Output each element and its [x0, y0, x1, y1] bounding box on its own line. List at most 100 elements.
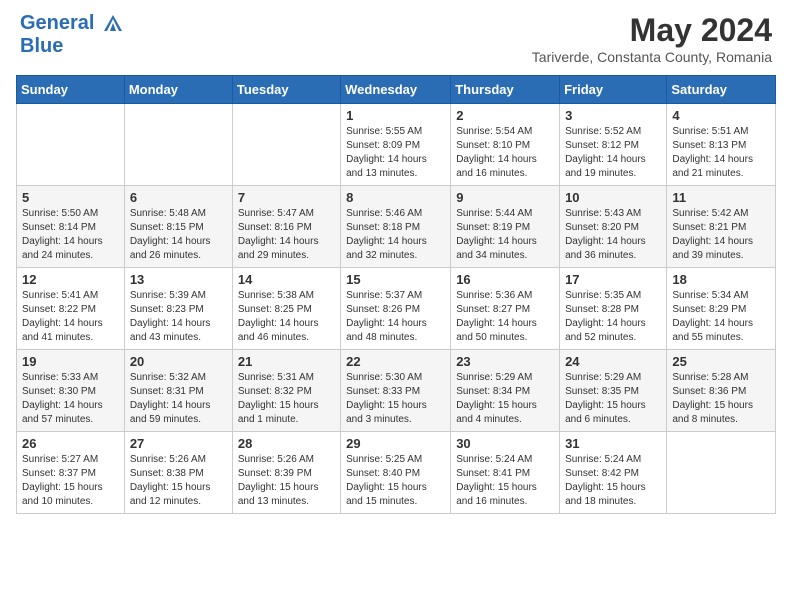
day-number: 5	[22, 190, 119, 205]
day-number: 25	[672, 354, 770, 369]
calendar-cell: 6 Sunrise: 5:48 AM Sunset: 8:15 PM Daylig…	[124, 186, 232, 268]
day-number: 27	[130, 436, 227, 451]
calendar-header: SundayMondayTuesdayWednesdayThursdayFrid…	[17, 76, 776, 104]
day-of-week-thursday: Thursday	[451, 76, 560, 104]
day-of-week-sunday: Sunday	[17, 76, 125, 104]
calendar-cell: 3Sunrise: 5:52 AM Sunset: 8:12 PM Daylig…	[560, 104, 667, 186]
day-number: 22	[346, 354, 445, 369]
calendar-cell: 9 Sunrise: 5:44 AM Sunset: 8:19 PM Daylig…	[451, 186, 560, 268]
day-of-week-friday: Friday	[560, 76, 667, 104]
calendar-cell: 7 Sunrise: 5:47 AM Sunset: 8:16 PM Daylig…	[232, 186, 340, 268]
calendar-cell: 23 Sunrise: 5:29 AM Sunset: 8:34 PM Dayli…	[451, 350, 560, 432]
calendar-cell: 14 Sunrise: 5:38 AM Sunset: 8:25 PM Dayli…	[232, 268, 340, 350]
calendar-cell: 21Sunrise: 5:31 AM Sunset: 8:32 PM Dayli…	[232, 350, 340, 432]
days-of-week-row: SundayMondayTuesdayWednesdayThursdayFrid…	[17, 76, 776, 104]
day-info: Sunrise: 5:24 AM Sunset: 8:41 PM Dayligh…	[456, 453, 554, 509]
calendar-week-1: 1 Sunrise: 5:55 AM Sunset: 8:09 PM Daylig…	[17, 104, 776, 186]
day-number: 17	[565, 272, 661, 287]
day-number: 20	[130, 354, 227, 369]
day-info: Sunrise: 5:38 AM Sunset: 8:25 PM Dayligh…	[238, 289, 335, 345]
main-title: May 2024	[532, 12, 772, 49]
day-info: Sunrise: 5:37 AM Sunset: 8:26 PM Dayligh…	[346, 289, 445, 345]
day-info: Sunrise: 5:29 AM Sunset: 8:35 PM Dayligh…	[565, 371, 661, 427]
day-info: Sunrise: 5:43 AM Sunset: 8:20 PM Dayligh…	[565, 207, 661, 263]
calendar-cell: 28 Sunrise: 5:26 AM Sunset: 8:39 PM Dayli…	[232, 432, 340, 514]
day-info: Sunrise: 5:48 AM Sunset: 8:15 PM Dayligh…	[130, 207, 227, 263]
day-info: Sunrise: 5:54 AM Sunset: 8:10 PM Dayligh…	[456, 125, 554, 181]
day-info: Sunrise: 5:50 AM Sunset: 8:14 PM Dayligh…	[22, 207, 119, 263]
calendar-cell: 1 Sunrise: 5:55 AM Sunset: 8:09 PM Daylig…	[341, 104, 451, 186]
logo-general: General	[20, 12, 94, 34]
calendar-cell	[667, 432, 776, 514]
title-section: May 2024 Tariverde, Constanta County, Ro…	[532, 12, 772, 65]
day-number: 28	[238, 436, 335, 451]
day-info: Sunrise: 5:55 AM Sunset: 8:09 PM Dayligh…	[346, 125, 445, 181]
calendar-week-3: 12 Sunrise: 5:41 AM Sunset: 8:22 PM Dayli…	[17, 268, 776, 350]
calendar-cell: 25Sunrise: 5:28 AM Sunset: 8:36 PM Dayli…	[667, 350, 776, 432]
calendar-week-2: 5 Sunrise: 5:50 AM Sunset: 8:14 PM Daylig…	[17, 186, 776, 268]
day-number: 24	[565, 354, 661, 369]
day-number: 12	[22, 272, 119, 287]
calendar-cell: 30 Sunrise: 5:24 AM Sunset: 8:41 PM Dayli…	[451, 432, 560, 514]
calendar-cell: 29Sunrise: 5:25 AM Sunset: 8:40 PM Dayli…	[341, 432, 451, 514]
calendar-cell	[124, 104, 232, 186]
calendar-cell: 24 Sunrise: 5:29 AM Sunset: 8:35 PM Dayli…	[560, 350, 667, 432]
calendar-cell: 22 Sunrise: 5:30 AM Sunset: 8:33 PM Dayli…	[341, 350, 451, 432]
day-info: Sunrise: 5:41 AM Sunset: 8:22 PM Dayligh…	[22, 289, 119, 345]
calendar-cell: 5 Sunrise: 5:50 AM Sunset: 8:14 PM Daylig…	[17, 186, 125, 268]
day-number: 21	[238, 354, 335, 369]
day-number: 6	[130, 190, 227, 205]
day-number: 8	[346, 190, 445, 205]
calendar-cell: 20Sunrise: 5:32 AM Sunset: 8:31 PM Dayli…	[124, 350, 232, 432]
day-info: Sunrise: 5:51 AM Sunset: 8:13 PM Dayligh…	[672, 125, 770, 181]
day-of-week-tuesday: Tuesday	[232, 76, 340, 104]
calendar-cell: 4Sunrise: 5:51 AM Sunset: 8:13 PM Daylig…	[667, 104, 776, 186]
day-info: Sunrise: 5:52 AM Sunset: 8:12 PM Dayligh…	[565, 125, 661, 181]
day-info: Sunrise: 5:29 AM Sunset: 8:34 PM Dayligh…	[456, 371, 554, 427]
subtitle: Tariverde, Constanta County, Romania	[532, 49, 772, 65]
day-info: Sunrise: 5:46 AM Sunset: 8:18 PM Dayligh…	[346, 207, 445, 263]
day-number: 26	[22, 436, 119, 451]
logo: General Blue	[20, 12, 124, 57]
calendar-cell: 31 Sunrise: 5:24 AM Sunset: 8:42 PM Dayli…	[560, 432, 667, 514]
calendar-cell: 8 Sunrise: 5:46 AM Sunset: 8:18 PM Daylig…	[341, 186, 451, 268]
day-info: Sunrise: 5:26 AM Sunset: 8:38 PM Dayligh…	[130, 453, 227, 509]
calendar-cell: 17 Sunrise: 5:35 AM Sunset: 8:28 PM Dayli…	[560, 268, 667, 350]
logo-icon	[102, 13, 124, 35]
day-number: 13	[130, 272, 227, 287]
day-info: Sunrise: 5:33 AM Sunset: 8:30 PM Dayligh…	[22, 371, 119, 427]
calendar-body: 1 Sunrise: 5:55 AM Sunset: 8:09 PM Daylig…	[17, 104, 776, 514]
page-header: General Blue May 2024 Tariverde, Constan…	[0, 0, 792, 71]
day-info: Sunrise: 5:47 AM Sunset: 8:16 PM Dayligh…	[238, 207, 335, 263]
day-info: Sunrise: 5:44 AM Sunset: 8:19 PM Dayligh…	[456, 207, 554, 263]
day-number: 19	[22, 354, 119, 369]
calendar-cell: 13 Sunrise: 5:39 AM Sunset: 8:23 PM Dayli…	[124, 268, 232, 350]
calendar-week-5: 26 Sunrise: 5:27 AM Sunset: 8:37 PM Dayli…	[17, 432, 776, 514]
day-number: 1	[346, 108, 445, 123]
day-info: Sunrise: 5:27 AM Sunset: 8:37 PM Dayligh…	[22, 453, 119, 509]
day-number: 29	[346, 436, 445, 451]
day-number: 10	[565, 190, 661, 205]
day-info: Sunrise: 5:24 AM Sunset: 8:42 PM Dayligh…	[565, 453, 661, 509]
day-number: 7	[238, 190, 335, 205]
calendar-cell: 19 Sunrise: 5:33 AM Sunset: 8:30 PM Dayli…	[17, 350, 125, 432]
day-number: 14	[238, 272, 335, 287]
calendar-cell	[17, 104, 125, 186]
day-info: Sunrise: 5:26 AM Sunset: 8:39 PM Dayligh…	[238, 453, 335, 509]
day-number: 31	[565, 436, 661, 451]
calendar-cell: 10 Sunrise: 5:43 AM Sunset: 8:20 PM Dayli…	[560, 186, 667, 268]
day-info: Sunrise: 5:30 AM Sunset: 8:33 PM Dayligh…	[346, 371, 445, 427]
logo-text: General	[20, 12, 124, 35]
calendar-cell: 15Sunrise: 5:37 AM Sunset: 8:26 PM Dayli…	[341, 268, 451, 350]
day-info: Sunrise: 5:39 AM Sunset: 8:23 PM Dayligh…	[130, 289, 227, 345]
calendar-table: SundayMondayTuesdayWednesdayThursdayFrid…	[16, 75, 776, 514]
logo-blue: Blue	[20, 35, 124, 57]
day-of-week-saturday: Saturday	[667, 76, 776, 104]
day-info: Sunrise: 5:35 AM Sunset: 8:28 PM Dayligh…	[565, 289, 661, 345]
calendar-cell: 16Sunrise: 5:36 AM Sunset: 8:27 PM Dayli…	[451, 268, 560, 350]
day-number: 23	[456, 354, 554, 369]
calendar-week-4: 19 Sunrise: 5:33 AM Sunset: 8:30 PM Dayli…	[17, 350, 776, 432]
calendar-cell: 2Sunrise: 5:54 AM Sunset: 8:10 PM Daylig…	[451, 104, 560, 186]
day-number: 30	[456, 436, 554, 451]
day-number: 9	[456, 190, 554, 205]
